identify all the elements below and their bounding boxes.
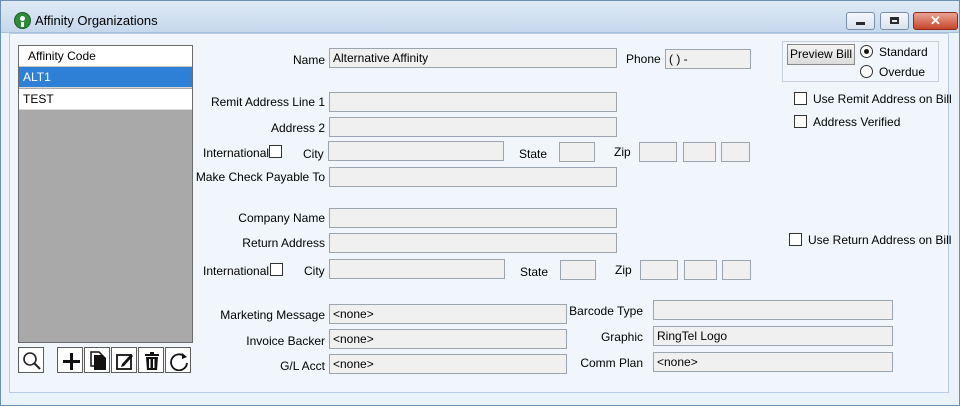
add-icon	[63, 353, 80, 370]
refresh-button[interactable]	[165, 347, 191, 373]
address-verified-checkbox[interactable]	[794, 115, 807, 128]
address2-label: Address 2	[270, 121, 325, 135]
name-label: Name	[292, 53, 325, 67]
gl-acct-field[interactable]: <none>	[329, 354, 567, 374]
standard-radio[interactable]	[860, 45, 873, 58]
zip-field-3[interactable]	[721, 142, 750, 162]
marketing-message-field[interactable]: <none>	[329, 304, 567, 324]
edit-button[interactable]	[111, 347, 137, 373]
copy-icon	[90, 351, 106, 370]
maximize-button[interactable]	[880, 12, 909, 30]
address-verified-label: Address Verified	[813, 115, 901, 129]
graphic-field[interactable]: RingTel Logo	[653, 326, 893, 346]
affinity-list[interactable]: Affinity Code ALT1 TEST	[18, 45, 193, 343]
address2-field[interactable]	[329, 117, 617, 137]
state-label-2: State	[520, 265, 549, 279]
return-address-field[interactable]	[329, 233, 617, 253]
app-logo-icon	[14, 12, 31, 29]
trash-icon	[145, 352, 159, 370]
zip2-field-3[interactable]	[722, 260, 751, 280]
international-checkbox-2[interactable]	[270, 263, 283, 276]
barcode-type-field[interactable]	[653, 300, 893, 320]
invoice-backer-field[interactable]: <none>	[329, 329, 567, 349]
use-return-label: Use Return Address on Bill	[808, 233, 952, 247]
city-field-2[interactable]	[329, 259, 505, 279]
zip2-field-2[interactable]	[684, 260, 717, 280]
state-label: State	[519, 147, 548, 161]
comm-plan-field[interactable]: <none>	[653, 352, 893, 372]
delete-button[interactable]	[138, 347, 164, 373]
close-button[interactable]: ✕	[913, 12, 958, 30]
overdue-label: Overdue	[879, 65, 926, 79]
international-label-2: International	[203, 264, 270, 278]
edit-icon	[116, 354, 133, 370]
remit-line1-field[interactable]	[329, 92, 617, 112]
window-title: Affinity Organizations	[35, 13, 158, 28]
city-field[interactable]	[328, 141, 504, 161]
phone-label: Phone	[626, 52, 661, 66]
international-checkbox[interactable]	[269, 145, 282, 158]
return-address-label: Return Address	[242, 236, 325, 250]
copy-button[interactable]	[84, 347, 110, 373]
zip-label-2: Zip	[615, 263, 632, 277]
city-label-2: City	[304, 264, 325, 278]
maximize-icon	[890, 17, 899, 24]
zip-field-2[interactable]	[683, 142, 716, 162]
add-button[interactable]	[57, 347, 83, 373]
city-label: City	[303, 147, 324, 161]
state-field[interactable]	[559, 142, 595, 162]
minimize-button[interactable]	[846, 12, 875, 30]
search-button[interactable]	[18, 347, 44, 373]
list-toolbar	[18, 347, 193, 374]
marketing-message-label: Marketing Message	[220, 308, 325, 322]
use-return-checkbox[interactable]	[789, 233, 802, 246]
use-remit-checkbox[interactable]	[794, 92, 807, 105]
check-payable-field[interactable]	[329, 167, 617, 187]
list-item[interactable]: ALT1	[19, 67, 192, 88]
zip-label: Zip	[614, 145, 631, 159]
close-icon: ✕	[930, 13, 941, 28]
zip2-field-1[interactable]	[640, 260, 678, 280]
state-field-2[interactable]	[560, 260, 596, 280]
graphic-label: Graphic	[600, 330, 643, 344]
gl-acct-label: G/L Acct	[280, 359, 325, 373]
barcode-type-label: Barcode Type	[569, 304, 643, 318]
refresh-icon	[170, 353, 188, 371]
affinity-organizations-window: Affinity Organizations ✕ Affinity Code A…	[0, 0, 960, 406]
international-label: International	[203, 146, 270, 160]
minimize-icon	[856, 22, 865, 25]
zip-field-1[interactable]	[639, 142, 677, 162]
comm-plan-label: Comm Plan	[580, 356, 643, 370]
company-name-label: Company Name	[238, 211, 325, 225]
phone-field[interactable]: ( ) -	[665, 49, 751, 69]
list-header[interactable]: Affinity Code	[19, 46, 192, 67]
overdue-radio[interactable]	[860, 65, 873, 78]
use-remit-label: Use Remit Address on Bill	[813, 92, 952, 106]
title-bar[interactable]: Affinity Organizations ✕	[1, 1, 959, 33]
check-payable-label: Make Check Payable To	[195, 170, 325, 184]
remit-line1-label: Remit Address Line 1	[210, 95, 325, 109]
standard-label: Standard	[879, 45, 928, 59]
name-field[interactable]: Alternative Affinity	[329, 48, 617, 68]
preview-bill-button[interactable]: Preview Bill	[787, 44, 855, 65]
list-item[interactable]: TEST	[19, 89, 192, 110]
invoice-backer-label: Invoice Backer	[246, 334, 325, 348]
search-icon	[23, 352, 41, 370]
company-name-field[interactable]	[329, 208, 617, 228]
